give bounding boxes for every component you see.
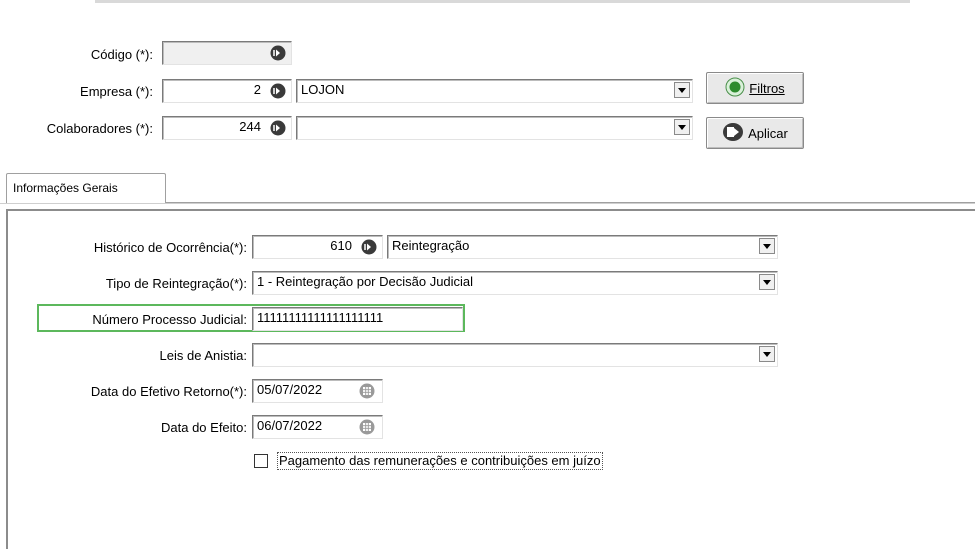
filtros-label: Filtros (749, 80, 785, 96)
top-divider (95, 0, 910, 3)
leis-label: Leis de Anistia: (159, 348, 247, 363)
numero-label: Número Processo Judicial: (92, 312, 247, 327)
tipo-combo[interactable]: 1 - Reintegração por Decisão Judicial (252, 271, 778, 295)
colaboradores-dropdown-arrow-icon[interactable] (674, 119, 690, 135)
aplicar-button[interactable]: Aplicar (706, 117, 804, 149)
empresa-dropdown-arrow-icon[interactable] (674, 82, 690, 98)
data-efeito-calendar-icon[interactable] (359, 419, 375, 435)
codigo-search-icon[interactable] (270, 45, 286, 61)
pagamento-checkbox[interactable] (254, 454, 268, 468)
tab-strip-line (0, 203, 975, 204)
historico-search-icon[interactable] (361, 239, 377, 255)
pagamento-label[interactable]: Pagamento das remunerações e contribuiçõ… (277, 452, 603, 470)
aplicar-icon (722, 122, 744, 145)
empresa-name-value: LOJON (301, 82, 345, 97)
data-efeito-label: Data do Efeito: (161, 420, 247, 435)
historico-name-combo[interactable]: Reintegração (387, 235, 778, 259)
tab-panel (6, 209, 975, 549)
colaboradores-name-combo[interactable] (296, 116, 693, 140)
filtros-icon (725, 77, 745, 100)
tab-informacoes-gerais[interactable]: Informações Gerais (6, 173, 166, 203)
aplicar-label: Aplicar (748, 125, 788, 141)
empresa-label: Empresa (*): (80, 84, 153, 99)
leis-combo[interactable] (252, 343, 778, 367)
numero-processo-field[interactable]: 11111111111111111111 (252, 307, 463, 331)
filtros-button[interactable]: Filtros (706, 72, 804, 104)
data-retorno-calendar-icon[interactable] (359, 383, 375, 399)
codigo-label: Código (*): (90, 47, 153, 62)
historico-label: Histórico de Ocorrência(*): (93, 240, 247, 255)
colaboradores-label: Colaboradores (*): (46, 121, 153, 136)
colaboradores-search-icon[interactable] (270, 120, 286, 136)
tab-header-line (166, 202, 975, 203)
data-retorno-label: Data do Efetivo Retorno(*): (90, 384, 247, 399)
historico-name-value: Reintegração (392, 238, 470, 253)
historico-dropdown-arrow-icon[interactable] (759, 238, 775, 254)
tipo-value: 1 - Reintegração por Decisão Judicial (257, 274, 474, 289)
tipo-label: Tipo de Reintegração(*): (105, 276, 247, 291)
leis-dropdown-arrow-icon[interactable] (759, 346, 775, 362)
tipo-dropdown-arrow-icon[interactable] (759, 274, 775, 290)
empresa-search-icon[interactable] (270, 83, 286, 99)
empresa-name-combo[interactable]: LOJON (296, 79, 693, 103)
